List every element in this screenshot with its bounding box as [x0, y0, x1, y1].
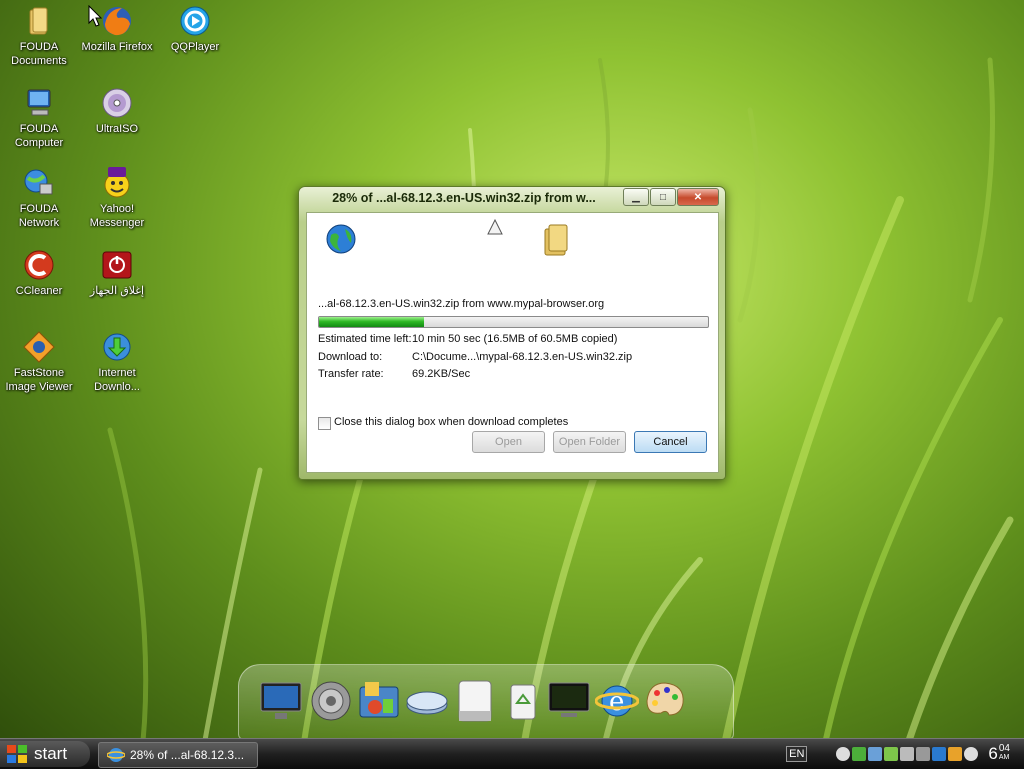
- desktop-icon-faststone[interactable]: FastStone Image Viewer: [0, 330, 78, 394]
- tray-minus-icon[interactable]: [836, 747, 851, 761]
- taskbar-task-label: 28% of ...al-68.12.3...: [130, 748, 245, 762]
- transfer-animation-icon: [487, 219, 503, 235]
- windows-logo-icon: [7, 745, 27, 763]
- dock-display-icon[interactable]: [547, 679, 591, 723]
- desktop-icon-label: UltraISO: [95, 123, 139, 135]
- folder-icon: [544, 224, 568, 256]
- system-tray: EN 6 04 AM: [786, 739, 1024, 769]
- internet-explorer-icon: [107, 748, 125, 762]
- taskbar-task-download[interactable]: 28% of ...al-68.12.3...: [98, 742, 258, 768]
- qqplayer-icon: [178, 4, 212, 38]
- desktop-icon-yahoo-messenger[interactable]: Yahoo! Messenger: [78, 166, 156, 230]
- internet-download-manager-icon: [100, 330, 134, 364]
- tray-s-icon[interactable]: [884, 747, 899, 761]
- download-dialog: 28% of ...al-68.12.3.en-US.win32.zip fro…: [298, 186, 726, 480]
- open-button[interactable]: Open: [472, 431, 545, 453]
- desktop-icon-label: CCleaner: [15, 285, 63, 297]
- minimize-icon: ▁: [632, 191, 640, 203]
- dock-internet-explorer-icon[interactable]: e: [594, 679, 640, 723]
- start-button[interactable]: start: [0, 741, 90, 767]
- desktop-icon-label: FOUDA Network: [18, 203, 60, 229]
- download-progress-bar: [318, 316, 709, 328]
- dialog-body: ...al-68.12.3.en-US.win32.zip from www.m…: [306, 212, 719, 473]
- desktop-icon-fouda-network[interactable]: FOUDA Network: [0, 166, 78, 230]
- maximize-icon: □: [659, 191, 667, 203]
- clock-hour: 6: [988, 744, 998, 763]
- estimated-time-value: 10 min 50 sec (16.5MB of 60.5MB copied): [412, 333, 618, 345]
- close-when-complete-checkbox[interactable]: [318, 417, 331, 430]
- svg-text:e: e: [609, 687, 624, 717]
- close-button[interactable]: ✕: [677, 188, 719, 206]
- start-label: start: [34, 744, 68, 763]
- estimated-time-label: Estimated time left:: [318, 333, 412, 345]
- dock-recycle-bin-icon[interactable]: [501, 679, 545, 723]
- desktop-icon-ccleaner[interactable]: CCleaner: [0, 248, 78, 298]
- maximize-button[interactable]: □: [650, 188, 676, 206]
- tray-keyboard-icon[interactable]: [916, 747, 931, 761]
- desktop-icon-label: FOUDA Computer: [14, 123, 64, 149]
- desktop-icon-label: Internet Downlo...: [94, 367, 140, 393]
- globe-icon: [326, 224, 356, 254]
- desktop-icon-label: FastStone Image Viewer: [5, 367, 73, 393]
- language-indicator[interactable]: EN: [786, 746, 808, 762]
- desktop-icon-fouda-documents[interactable]: FOUDA Documents: [0, 4, 78, 68]
- dock: e: [238, 664, 734, 740]
- dock-monitor-icon[interactable]: [259, 679, 303, 723]
- mouse-cursor-icon: [88, 5, 102, 27]
- tray-minus-icon[interactable]: [964, 747, 979, 761]
- desktop-icon-label: QQPlayer: [170, 41, 220, 53]
- tray-check-icon[interactable]: [852, 747, 867, 761]
- tray-tl-icon[interactable]: [932, 747, 947, 761]
- dock-control-panel-icon[interactable]: [357, 679, 401, 723]
- download-to-value: C:\Docume...\mypal-68.12.3.en-US.win32.z…: [412, 351, 633, 363]
- desktop-icon-label: Yahoo! Messenger: [89, 203, 145, 229]
- desktop-icon-internet-download-manager[interactable]: Internet Downlo...: [78, 330, 156, 394]
- disc-icon: [100, 86, 134, 120]
- yahoo-messenger-icon: [100, 166, 134, 200]
- minimize-button[interactable]: ▁: [623, 188, 649, 206]
- dock-removable-drive-icon[interactable]: [453, 679, 497, 723]
- clock[interactable]: 6 04 AM: [988, 744, 1010, 764]
- desktop-icon-label: Mozilla Firefox: [81, 41, 153, 53]
- download-progress-fill: [319, 317, 425, 327]
- download-source: ...al-68.12.3.en-US.win32.zip from www.m…: [318, 298, 605, 310]
- desktop-icon-ultraiso[interactable]: UltraISO: [78, 86, 156, 136]
- tray-monitor-icon[interactable]: [900, 747, 915, 761]
- tray-wand-icon[interactable]: [948, 747, 963, 761]
- dock-paint-palette-icon[interactable]: [643, 679, 687, 723]
- tray-speaker-icon[interactable]: [868, 747, 883, 761]
- network-icon: [22, 166, 56, 200]
- download-to-label: Download to:: [318, 351, 383, 363]
- transfer-rate-label: Transfer rate:: [318, 368, 384, 380]
- firefox-icon: [100, 4, 134, 38]
- dock-drive-icon[interactable]: [405, 679, 449, 723]
- transfer-rate-value: 69.2KB/Sec: [412, 368, 471, 380]
- clock-ampm: AM: [998, 754, 1010, 761]
- clock-minute: 04: [998, 743, 1010, 754]
- close-when-complete-label[interactable]: Close this dialog box when download comp…: [334, 416, 568, 428]
- faststone-icon: [22, 330, 56, 364]
- desktop-icon-qqplayer[interactable]: QQPlayer: [156, 4, 234, 54]
- close-icon: ✕: [693, 191, 703, 203]
- desktop-icon-label: FOUDA Documents: [11, 41, 67, 67]
- open-folder-button[interactable]: Open Folder: [553, 431, 626, 453]
- folder-icon: [22, 4, 56, 38]
- ccleaner-icon: [22, 248, 56, 282]
- computer-icon: [22, 86, 56, 120]
- desktop-icon-shutdown[interactable]: إغلاق الجهاز: [78, 248, 156, 298]
- dock-settings-gear-icon[interactable]: [309, 679, 353, 723]
- window-controls: ▁ □ ✕: [622, 188, 719, 206]
- desktop-icon-fouda-computer[interactable]: FOUDA Computer: [0, 86, 78, 150]
- cancel-button[interactable]: Cancel: [634, 431, 707, 453]
- shutdown-icon: [100, 248, 134, 282]
- desktop-icon-label: إغلاق الجهاز: [89, 285, 145, 297]
- taskbar: start 28% of ...al-68.12.3... EN 6 04 AM: [0, 738, 1024, 769]
